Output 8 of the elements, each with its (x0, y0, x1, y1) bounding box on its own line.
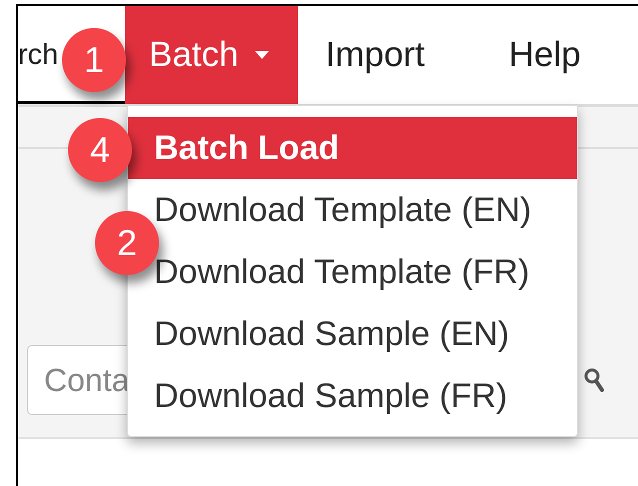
nav-link[interactable]: rch (18, 6, 62, 104)
nav-link[interactable]: Import (298, 6, 453, 104)
search-icon[interactable] (584, 368, 604, 392)
nav-link[interactable]: Help (480, 6, 609, 104)
menu-item[interactable]: Download Sample (FR) (128, 365, 577, 427)
menu-dropdown[interactable]: Batch (125, 6, 298, 104)
menu-item[interactable]: Batch Load (128, 117, 577, 179)
menu-item[interactable]: Download Sample (EN) (128, 303, 577, 365)
